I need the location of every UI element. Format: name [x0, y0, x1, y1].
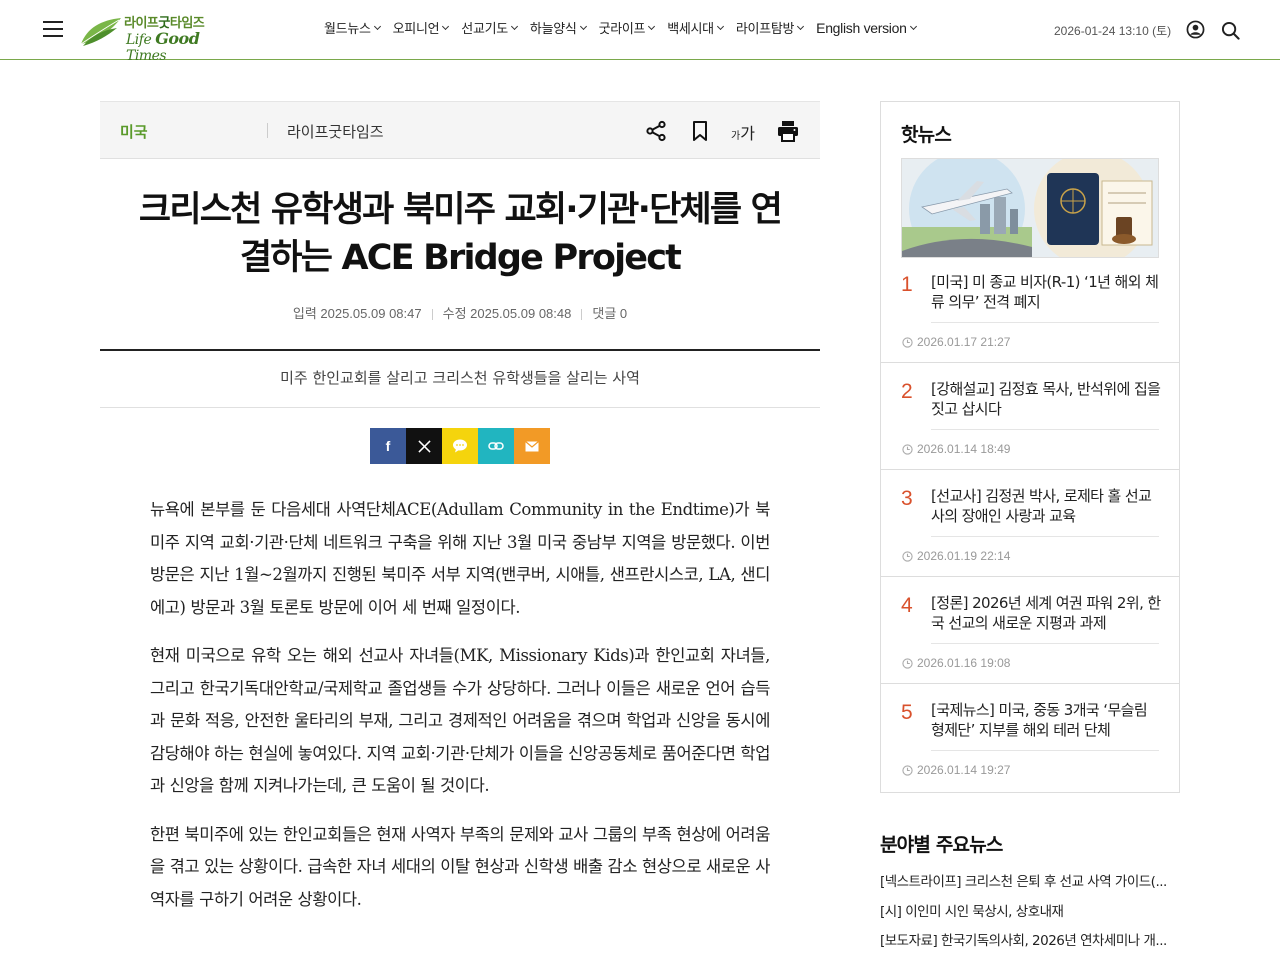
headline-divider [100, 349, 820, 351]
item-divider [931, 429, 1159, 430]
section-news-item[interactable]: [시] 이인미 시인 묵상시, 상호내재 [880, 898, 1180, 928]
clock-icon [902, 336, 913, 348]
hot-news-item[interactable]: 5 [국제뉴스] 미국, 중동 3개국 ‘무슬림 형제단’ 지부를 해외 테러 … [881, 701, 1179, 808]
subtitle-divider [100, 407, 820, 408]
hot-news-box: 핫뉴스 1 [미국] 미 종교 비자(R-1) ‘1년 해외 체류 의무’ 전격… [880, 101, 1180, 793]
kakaotalk-share-button[interactable] [442, 428, 478, 464]
article-paragraph: 뉴욕에 본부를 둔 다음세대 사역단체ACE(Adullam Community… [150, 500, 770, 617]
link-icon [488, 442, 504, 450]
user-icon[interactable] [1186, 20, 1205, 39]
hot-news-headline[interactable]: [국제뉴스] 미국, 중동 3개국 ‘무슬림 형제단’ 지부를 해외 테러 단체 [931, 701, 1161, 740]
hot-news-separator [881, 469, 1179, 470]
clock-icon [902, 657, 913, 669]
article-subtitle: 미주 한인교회를 살리고 크리스천 유학생들을 살리는 사역 [280, 369, 640, 387]
facebook-icon: f [385, 438, 391, 454]
hot-news-item[interactable]: 2 [강해설교] 김정효 목사, 반석위에 집을 짓고 삽시다 2026.01.… [881, 380, 1179, 487]
copy-link-button[interactable] [478, 428, 514, 464]
hot-news-time: 2026.01.14 19:27 [902, 763, 1010, 777]
main-nav: 월드뉴스 오피니언 선교기도 하늘양식 굿라이프 백세시대 라이프탐방 Engl… [324, 18, 929, 37]
item-divider [931, 536, 1159, 537]
hot-news-headline[interactable]: [미국] 미 종교 비자(R-1) ‘1년 해외 체류 의무’ 전격 폐지 [931, 273, 1161, 312]
mail-icon [525, 440, 539, 451]
hot-news-item[interactable]: 4 [정론] 2026년 세계 여권 파워 2위, 한국 선교의 새로운 지평과… [881, 594, 1179, 701]
share-icon[interactable] [644, 119, 668, 143]
modified-date: 수정 2025.05.09 08:48 [442, 306, 572, 321]
article-paragraph: 현재 미국으로 유학 오는 해외 선교사 자녀들(MK, Missionary … [150, 646, 770, 795]
facebook-share-button[interactable]: f [370, 428, 406, 464]
rank-number: 5 [901, 701, 913, 724]
section-news-item[interactable]: [보도자료] 한국기독의사회, 2026년 연차세미나 개... [880, 927, 1180, 957]
chevron-down-icon [909, 22, 917, 30]
hot-news-separator [881, 683, 1179, 684]
hot-news-separator [881, 576, 1179, 577]
item-divider [931, 750, 1159, 751]
bookmark-icon[interactable] [688, 119, 712, 143]
article-toolbar: 미국 라이프굿타임즈 가가 [100, 101, 820, 159]
clock-icon [902, 443, 913, 455]
x-share-button[interactable] [406, 428, 442, 464]
chevron-down-icon [373, 22, 381, 30]
chevron-down-icon [797, 22, 805, 30]
section-news-list: [넥스트라이프] 크리스천 은퇴 후 선교 사역 가이드(... [시] 이인미… [880, 868, 1180, 957]
leaf-logo-icon [80, 18, 121, 46]
clock-icon [902, 550, 913, 562]
section-news-title: 분야별 주요뉴스 [880, 834, 1003, 856]
nav-item-good-life[interactable]: 굿라이프 [599, 18, 656, 37]
nav-item-mission-prayer[interactable]: 선교기도 [461, 18, 518, 37]
rank-number: 3 [901, 487, 913, 510]
hot-news-item[interactable]: 3 [선교사] 김정권 박사, 로제타 홀 선교사의 장애인 사랑과 교육 20… [881, 487, 1179, 594]
toolbar-divider [267, 123, 268, 138]
current-datetime: 2026-01-24 13:10 (토) [1054, 24, 1172, 38]
article-category[interactable]: 미국 [120, 121, 148, 142]
nav-item-english-version[interactable]: English version [816, 18, 917, 37]
rank-number: 2 [901, 380, 913, 403]
search-icon[interactable] [1221, 21, 1240, 40]
section-news-item[interactable]: [넥스트라이프] 크리스천 은퇴 후 선교 사역 가이드(... [880, 868, 1180, 898]
hot-news-separator [881, 362, 1179, 363]
article-body: 뉴욕에 본부를 둔 다음세대 사역단체ACE(Adullam Community… [150, 494, 770, 932]
hot-news-thumbnail[interactable] [901, 158, 1159, 258]
font-size-button[interactable]: 가가 [731, 120, 761, 144]
article-meta: 입력 2025.05.09 08:47 수정 2025.05.09 08:48 댓글… [100, 303, 820, 322]
comment-count[interactable]: 댓글 0 [592, 306, 627, 321]
airplane-passport-illustration [902, 159, 1158, 257]
site-header: 라이프굿타임즈 Life Good Times 월드뉴스 오피니언 선교기도 하… [0, 0, 1280, 64]
rank-number: 1 [901, 273, 913, 296]
hot-news-time: 2026.01.16 19:08 [902, 656, 1010, 670]
nav-item-opinion[interactable]: 오피니언 [393, 18, 450, 37]
hot-news-headline[interactable]: [강해설교] 김정효 목사, 반석위에 집을 짓고 삽시다 [931, 380, 1161, 419]
item-divider [931, 322, 1159, 323]
hot-news-title: 핫뉴스 [901, 124, 952, 146]
email-share-button[interactable] [514, 428, 550, 464]
menu-icon[interactable] [43, 21, 63, 37]
chevron-down-icon [442, 22, 450, 30]
published-date: 입력 2025.05.09 08:47 [292, 306, 422, 321]
chevron-down-icon [579, 22, 587, 30]
print-icon[interactable] [776, 119, 800, 143]
chevron-down-icon [648, 22, 656, 30]
hot-news-item[interactable]: 1 [미국] 미 종교 비자(R-1) ‘1년 해외 체류 의무’ 전격 폐지 … [881, 273, 1179, 380]
nav-item-daily-bread[interactable]: 하늘양식 [530, 18, 587, 37]
nav-item-life-visit[interactable]: 라이프탐방 [736, 18, 805, 37]
site-logo[interactable]: 라이프굿타임즈 Life Good Times [79, 12, 214, 64]
clock-icon [902, 764, 913, 776]
article-headline: 크리스천 유학생과 북미주 교회·기관·단체를 연 결하는 ACE Bridge… [138, 190, 783, 278]
article-paragraph: 한편 북미주에 있는 한인교회들은 현재 사역자 부족의 문제와 교사 그룹의 … [150, 824, 770, 909]
item-divider [931, 643, 1159, 644]
chevron-down-icon [510, 22, 518, 30]
nav-item-world-news[interactable]: 월드뉴스 [324, 18, 381, 37]
hot-news-time: 2026.01.14 18:49 [902, 442, 1010, 456]
hot-news-time: 2026.01.17 21:27 [902, 335, 1010, 349]
hot-news-headline[interactable]: [선교사] 김정권 박사, 로제타 홀 선교사의 장애인 사랑과 교육 [931, 487, 1161, 526]
article-source: 라이프굿타임즈 [287, 123, 384, 141]
x-icon [417, 439, 431, 453]
nav-item-centenarian[interactable]: 백세시대 [667, 18, 724, 37]
chevron-down-icon [716, 22, 724, 30]
rank-number: 4 [901, 594, 913, 617]
hot-news-headline[interactable]: [정론] 2026년 세계 여권 파워 2위, 한국 선교의 새로운 지평과 과… [931, 594, 1161, 633]
logo-english-text: Life Good Times [126, 29, 200, 64]
share-buttons: f [370, 428, 550, 464]
speech-bubble-icon [453, 439, 467, 453]
hot-news-time: 2026.01.19 22:14 [902, 549, 1010, 563]
